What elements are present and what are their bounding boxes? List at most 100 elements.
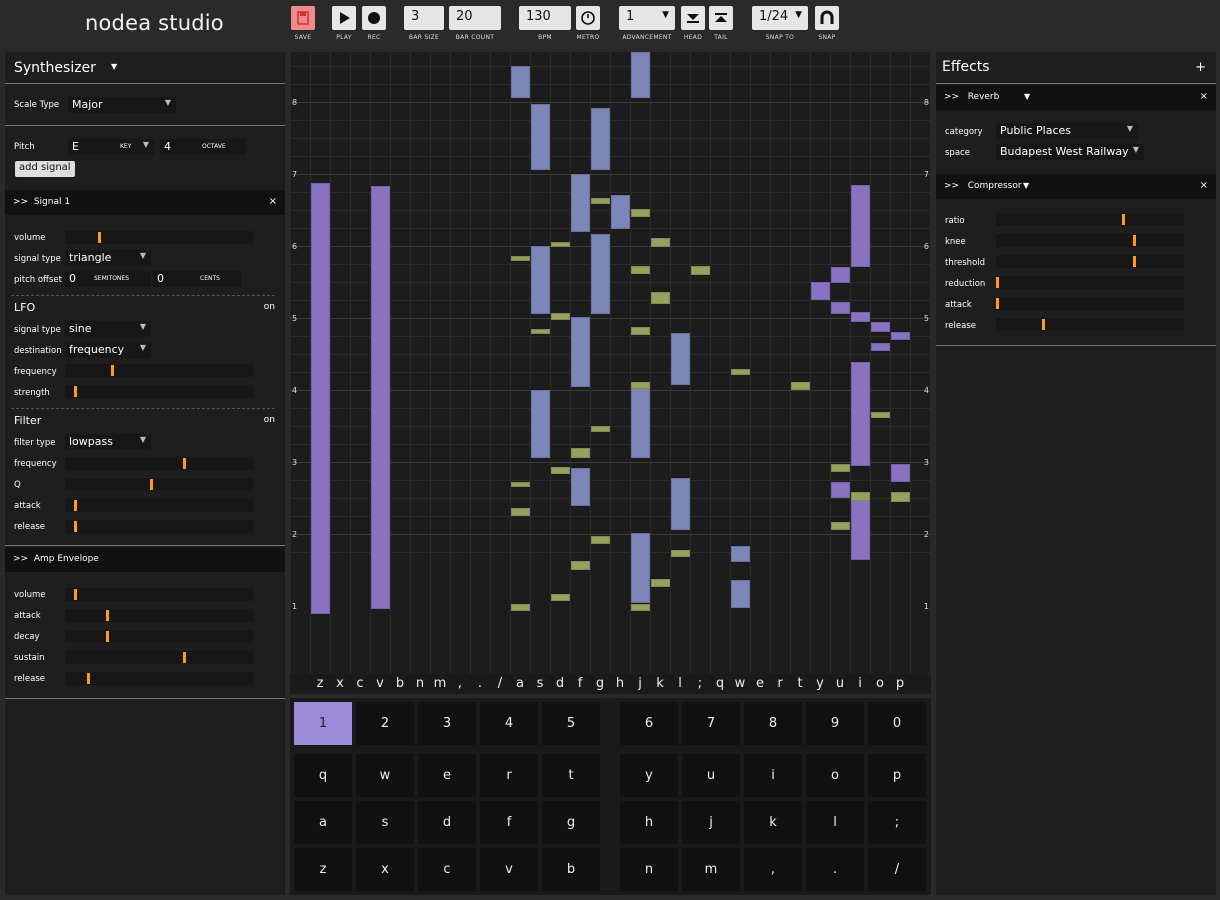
filter-q-slider[interactable] (65, 478, 253, 491)
keyboard-key-char[interactable]: z (294, 848, 352, 891)
note-block[interactable] (591, 108, 610, 170)
slider-thumb[interactable] (87, 673, 90, 684)
save-button[interactable] (291, 6, 315, 30)
slider-thumb[interactable] (1122, 214, 1125, 225)
note-block[interactable] (871, 412, 890, 418)
piano-roll-grid[interactable]: 8 8 7 7 6 6 5 5 4 4 3 3 2 2 1 1 (290, 52, 931, 674)
note-block[interactable] (831, 267, 850, 283)
note-block[interactable] (311, 183, 330, 614)
tail-button[interactable] (709, 6, 733, 30)
slider-thumb[interactable] (74, 386, 77, 397)
keyboard-key-char[interactable]: p (868, 754, 926, 797)
note-block[interactable] (851, 362, 870, 466)
dropdown-arrow-icon[interactable]: ▼ (111, 62, 117, 71)
amp-decay-slider[interactable] (65, 630, 253, 643)
note-block[interactable] (651, 238, 670, 247)
note-block[interactable] (531, 246, 550, 314)
advancement-select[interactable]: 1 ▼ (619, 6, 675, 30)
slider-thumb[interactable] (74, 500, 77, 511)
add-signal-button[interactable]: add signal (15, 161, 75, 177)
knee-slider[interactable] (996, 234, 1184, 247)
keyboard-key-char[interactable]: d (418, 801, 476, 844)
note-block[interactable] (531, 104, 550, 170)
note-block[interactable] (731, 546, 750, 562)
keyboard-key-char[interactable]: h (620, 801, 678, 844)
note-block[interactable] (831, 522, 850, 530)
pitch-key-select[interactable]: E KEY ▼ (68, 139, 154, 155)
signal1-header[interactable]: >> Signal 1 × (5, 190, 285, 215)
amp-attack-slider[interactable] (65, 609, 253, 622)
close-icon[interactable]: × (1200, 180, 1208, 191)
note-block[interactable] (551, 467, 570, 474)
keyboard-key-char[interactable]: f (480, 801, 538, 844)
octave-input[interactable]: 4 OCTAVE (160, 139, 246, 155)
note-block[interactable] (671, 478, 690, 530)
lfo-frequency-slider[interactable] (65, 364, 253, 377)
note-block[interactable] (571, 448, 590, 458)
lfo-destination-select[interactable]: frequency ▼ (65, 342, 151, 358)
keyboard-key-char[interactable]: x (356, 848, 414, 891)
note-block[interactable] (631, 388, 650, 458)
keyboard-key-char[interactable]: i (744, 754, 802, 797)
amp-sustain-slider[interactable] (65, 651, 253, 664)
note-block[interactable] (831, 464, 850, 472)
keyboard-key-num[interactable]: 7 (682, 702, 740, 745)
snap-button[interactable] (815, 6, 839, 30)
slider-thumb[interactable] (74, 521, 77, 532)
keyboard-key-char[interactable]: v (480, 848, 538, 891)
note-block[interactable] (511, 508, 530, 516)
keyboard-key-char[interactable]: k (744, 801, 802, 844)
compressor-header[interactable]: >> Compressor ▼ × (936, 174, 1216, 199)
keyboard-key-char[interactable]: n (620, 848, 678, 891)
amp-volume-slider[interactable] (65, 588, 253, 601)
slider-thumb[interactable] (1133, 256, 1136, 267)
note-block[interactable] (691, 266, 710, 275)
play-button[interactable] (332, 6, 356, 30)
lfo-strength-slider[interactable] (65, 385, 253, 398)
keyboard-key-num[interactable]: 1 (294, 702, 352, 745)
keyboard-key-char[interactable]: ; (868, 801, 926, 844)
amp-envelope-toggle[interactable]: >> Amp Envelope (13, 554, 99, 564)
slider-thumb[interactable] (74, 589, 77, 600)
keyboard-key-num[interactable]: 2 (356, 702, 414, 745)
note-block[interactable] (531, 390, 550, 458)
note-block[interactable] (851, 185, 870, 267)
keyboard-key-char[interactable]: t (542, 754, 600, 797)
keyboard-key-num[interactable]: 0 (868, 702, 926, 745)
slider-thumb[interactable] (106, 631, 109, 642)
keyboard-key-char[interactable]: s (356, 801, 414, 844)
keyboard-key-char[interactable]: w (356, 754, 414, 797)
keyboard-key-char[interactable]: . (806, 848, 864, 891)
record-button[interactable] (362, 6, 386, 30)
note-block[interactable] (631, 209, 650, 217)
note-block[interactable] (851, 312, 870, 322)
keyboard-key-char[interactable]: u (682, 754, 740, 797)
note-block[interactable] (511, 604, 530, 611)
reduction-slider[interactable] (996, 276, 1184, 289)
note-block[interactable] (811, 282, 830, 300)
slider-thumb[interactable] (183, 652, 186, 663)
keyboard-key-num[interactable]: 5 (542, 702, 600, 745)
bpm-input[interactable]: 130 (519, 6, 571, 30)
note-block[interactable] (631, 533, 650, 603)
note-block[interactable] (631, 52, 650, 98)
note-block[interactable] (851, 492, 870, 560)
filter-release-slider[interactable] (65, 520, 253, 533)
note-block[interactable] (631, 382, 650, 389)
slider-thumb[interactable] (111, 365, 114, 376)
reverb-space-select[interactable]: Budapest West Railway ▼ (996, 144, 1144, 160)
keyboard-key-char[interactable]: a (294, 801, 352, 844)
metronome-button[interactable] (576, 6, 600, 30)
reverb-header[interactable]: >> Reverb ▼ × (936, 85, 1216, 110)
note-block[interactable] (591, 198, 610, 204)
threshold-slider[interactable] (996, 255, 1184, 268)
keyboard-key-num[interactable]: 9 (806, 702, 864, 745)
note-block[interactable] (531, 329, 550, 334)
keyboard-key-char[interactable]: q (294, 754, 352, 797)
slider-thumb[interactable] (996, 277, 999, 288)
scale-type-select[interactable]: Major ▼ (68, 97, 176, 113)
keyboard-key-num[interactable]: 6 (620, 702, 678, 745)
amp-release-slider[interactable] (65, 672, 253, 685)
note-block[interactable] (371, 186, 390, 609)
slider-thumb[interactable] (996, 298, 999, 309)
